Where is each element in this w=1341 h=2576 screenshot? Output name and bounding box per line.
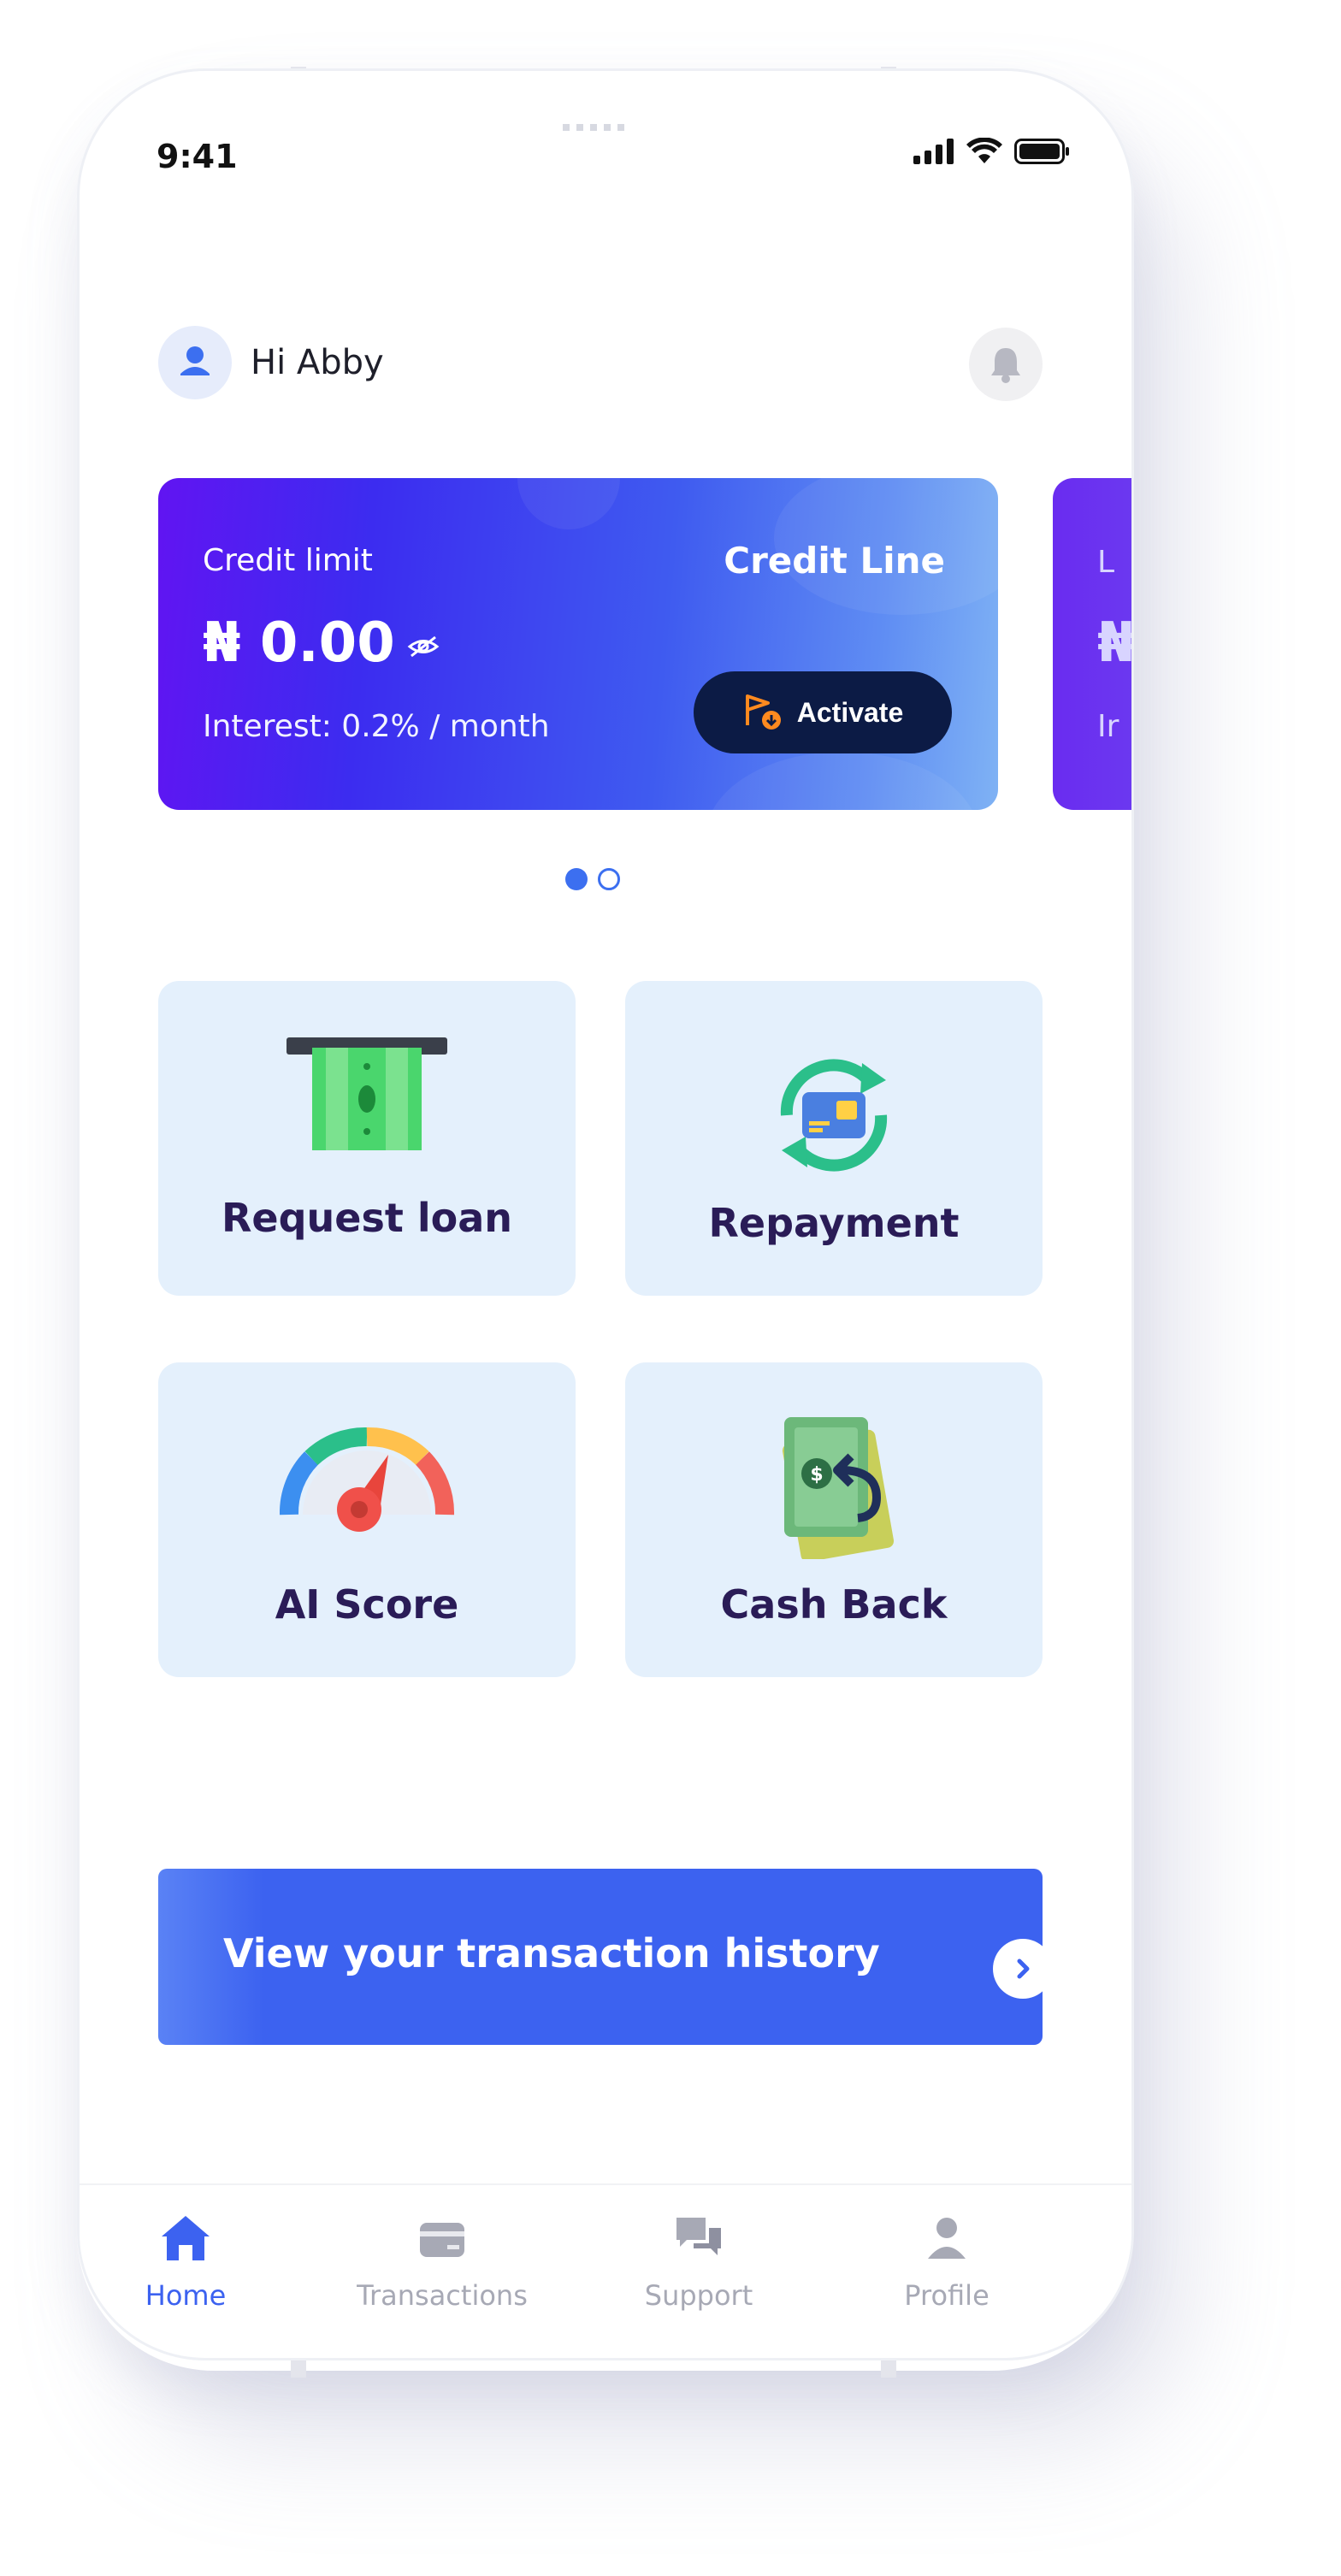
notification-button[interactable] [969, 328, 1043, 401]
bottom-tab-bar: Home Transactions Support Profile [80, 2183, 1131, 2356]
tab-home[interactable]: Home [100, 2211, 271, 2312]
card-decoration [706, 752, 979, 810]
tab-transactions-label: Transactions [357, 2279, 528, 2312]
person-icon [928, 2218, 966, 2259]
atm-cash-icon [287, 1037, 447, 1150]
phone-frame: 9:41 Hi Abby Credit limit Credit Line ₦ … [77, 68, 1134, 2360]
credit-line-card[interactable]: Credit limit Credit Line ₦ 0.00 Interest… [158, 478, 998, 810]
greeting-text: Hi Abby [251, 343, 384, 382]
activate-label: Activate [796, 696, 904, 728]
carousel-dot-active[interactable] [565, 868, 588, 890]
interest-rate: Interest: 0.2% / month [203, 709, 550, 744]
tab-support-label: Support [644, 2279, 753, 2312]
transaction-history-label: View your transaction history [223, 1930, 880, 1976]
chat-icon [676, 2218, 721, 2255]
request-loan-tile[interactable]: Request loan [158, 981, 576, 1296]
tab-home-label: Home [145, 2279, 227, 2312]
svg-text:$: $ [810, 1464, 823, 1486]
avatar[interactable] [158, 326, 232, 399]
card-decoration [517, 478, 620, 529]
wifi-icon [966, 138, 1002, 163]
eye-off-icon[interactable] [406, 634, 440, 659]
credit-limit-label: Credit limit [203, 543, 373, 578]
cash-back-label: Cash Back [720, 1581, 948, 1628]
peek-label: L [1097, 545, 1115, 580]
card-icon [420, 2223, 464, 2257]
status-time: 9:41 [157, 138, 238, 175]
chevron-right-icon [993, 1939, 1053, 1999]
tab-profile-label: Profile [904, 2279, 990, 2312]
activate-icon [745, 694, 781, 730]
activate-button[interactable]: Activate [694, 671, 952, 753]
home-icon [162, 2216, 210, 2260]
carousel-indicator [565, 868, 620, 890]
person-icon [180, 346, 210, 375]
card-cycle-icon [780, 1059, 888, 1172]
repayment-tile[interactable]: Repayment [625, 981, 1043, 1296]
app-screen: 9:41 Hi Abby Credit limit Credit Line ₦ … [80, 71, 1131, 2358]
cash-back-tile[interactable]: $ Cash Back [625, 1362, 1043, 1677]
battery-icon [1014, 139, 1069, 164]
carousel-dot[interactable] [598, 868, 620, 890]
peek-amount: ₦ [1097, 612, 1134, 675]
credit-amount: ₦ 0.00 [203, 612, 395, 675]
cash-back-icon: $ [782, 1417, 895, 1559]
ai-score-label: AI Score [275, 1581, 459, 1628]
status-icons [913, 138, 1071, 165]
tab-support[interactable]: Support [613, 2211, 784, 2312]
repayment-label: Repayment [708, 1200, 960, 1246]
signal-icon [913, 139, 954, 164]
transaction-history-button[interactable]: View your transaction history [158, 1869, 1053, 2045]
speaker-grille [563, 124, 631, 131]
tab-transactions[interactable]: Transactions [357, 2211, 528, 2312]
tab-profile[interactable]: Profile [861, 2211, 1032, 2312]
ai-score-tile[interactable]: AI Score [158, 1362, 576, 1677]
request-loan-label: Request loan [221, 1195, 513, 1241]
credit-line-title: Credit Line [724, 540, 945, 582]
next-card-peek[interactable]: L ₦ Ir [1053, 478, 1134, 810]
bell-icon [991, 348, 1020, 383]
gauge-icon [279, 1427, 455, 1532]
peek-interest: Ir [1097, 709, 1119, 744]
